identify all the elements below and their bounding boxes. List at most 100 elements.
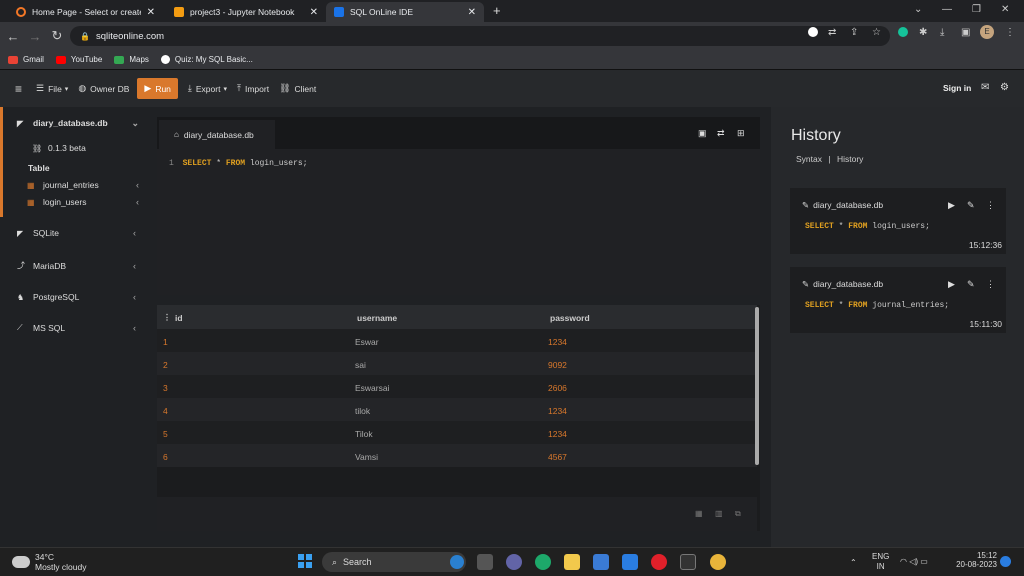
chart-view-icon[interactable]: ▥ — [715, 509, 723, 518]
wifi-volume-battery-icons[interactable]: ◠ ◁) ▭ — [900, 557, 928, 566]
editor-tab-bar: ⌂ diary_database.db ▣ ⇄ ⊞ — [157, 117, 760, 149]
sidebar-item-mariadb[interactable]: ⤴ MariaDB ‹ — [0, 260, 146, 271]
browser-tab-home[interactable]: Home Page - Select or create a n ✕ — [8, 2, 163, 22]
bookmark-star-icon[interactable]: ☆ — [872, 27, 881, 38]
table-row[interactable]: 1 Eswar 1234 — [157, 329, 757, 352]
history-item[interactable]: ✎ diary_database.db ▶ ✎ ⋮ SELECT * FROM l… — [790, 188, 1006, 254]
table-row[interactable]: 3 Eswarsai 2606 — [157, 375, 757, 398]
save-icon[interactable]: ▣ — [698, 128, 707, 139]
code-token: login_users; — [249, 159, 308, 168]
address-bar[interactable]: 🔒 sqliteonline.com — [70, 26, 890, 46]
weather-widget[interactable]: 34°C Mostly cloudy — [12, 552, 87, 572]
client-button[interactable]: ⛓ Client — [279, 83, 316, 94]
run-query-icon[interactable]: ▶ — [948, 200, 955, 211]
bookmark-youtube[interactable]: YouTube — [55, 55, 102, 64]
table-row[interactable]: 5 Tilok 1234 — [157, 421, 757, 444]
file-menu[interactable]: ☰ File ▾ — [36, 83, 68, 94]
results-scrollbar[interactable] — [755, 307, 759, 465]
close-tab-icon[interactable]: ✕ — [468, 7, 476, 18]
close-tab-icon[interactable]: ✕ — [147, 7, 155, 18]
cell-id: 6 — [163, 452, 168, 462]
teams-icon[interactable] — [506, 554, 522, 570]
file-explorer-icon[interactable] — [564, 554, 580, 570]
column-header-username[interactable]: username — [357, 313, 397, 323]
run-query-icon[interactable]: ▶ — [948, 279, 955, 290]
history-item[interactable]: ✎ diary_database.db ▶ ✎ ⋮ SELECT * FROM j… — [790, 267, 1006, 333]
close-tab-icon[interactable]: ✕ — [310, 7, 318, 18]
column-menu-icon[interactable]: ⋮ — [163, 313, 171, 322]
sidebar-db-header[interactable]: ◤ diary_database.db ⌄ — [3, 118, 149, 129]
mail-icon[interactable]: ✉ — [981, 82, 989, 93]
sidebar-item-postgresql[interactable]: ♞ PostgreSQL ‹ — [0, 292, 146, 302]
bookmark-maps[interactable]: Maps — [114, 55, 149, 64]
sign-in-link[interactable]: Sign in — [943, 83, 971, 93]
sidebar-item-login-users[interactable]: ▦ login_users ‹ — [3, 197, 149, 207]
download-icon[interactable]: ⤓ — [940, 27, 944, 38]
edit-icon[interactable]: ✎ — [967, 200, 975, 211]
minimize-icon[interactable]: — — [942, 4, 952, 15]
language-indicator[interactable]: ENG IN — [872, 552, 889, 572]
extensions-icon[interactable]: ✱ — [919, 27, 927, 38]
close-window-icon[interactable]: ✕ — [1001, 4, 1009, 15]
new-tab-icon[interactable]: + — [493, 3, 501, 18]
back-icon[interactable]: ← — [4, 29, 22, 44]
menu-kebab-icon[interactable]: ⋮ — [1005, 27, 1015, 38]
column-header-id[interactable]: id — [175, 313, 183, 323]
export-menu[interactable]: ⤓ Export ▾ — [188, 83, 227, 94]
hamburger-menu-icon[interactable]: ≡ — [15, 82, 22, 96]
forward-icon[interactable]: → — [26, 29, 44, 44]
mail-app-icon[interactable] — [622, 554, 638, 570]
opera-icon[interactable] — [651, 554, 667, 570]
task-view-icon[interactable] — [477, 554, 493, 570]
sidebar-item-mssql[interactable]: ⟋ MS SQL ‹ — [0, 323, 146, 333]
history-link[interactable]: History — [837, 154, 863, 164]
share-icon[interactable]: ⇪ — [850, 27, 858, 38]
more-options-icon[interactable]: ⋮ — [986, 200, 995, 211]
browser-tab-jupyter[interactable]: project3 - Jupyter Notebook ✕ — [166, 2, 326, 22]
chevron-up-icon[interactable]: ⌃ — [850, 558, 857, 567]
more-options-icon[interactable]: ⋮ — [986, 279, 995, 290]
chrome-icon[interactable] — [710, 554, 726, 570]
terminal-icon[interactable] — [680, 554, 696, 570]
store-icon[interactable] — [593, 554, 609, 570]
edit-icon[interactable]: ✎ — [967, 279, 975, 290]
sql-code-area[interactable]: 1 SELECT * FROM login_users; — [169, 159, 308, 168]
table-row[interactable]: 4 tilok 1234 — [157, 398, 757, 421]
bookmark-gmail[interactable]: Gmail — [8, 55, 44, 64]
taskbar-search[interactable]: ⌕ Search — [322, 552, 466, 572]
profile-avatar[interactable]: E — [980, 25, 994, 39]
browser-tab-sqlonline[interactable]: SQL OnLine IDE ✕ — [326, 2, 484, 22]
import-icon: ⤒ — [236, 83, 241, 93]
restore-icon[interactable]: ❐ — [972, 4, 981, 15]
edge-icon[interactable] — [535, 554, 551, 570]
add-tab-icon[interactable]: ⊞ — [737, 128, 745, 139]
gear-icon[interactable]: ⚙ — [1000, 82, 1009, 93]
history-time: 15:12:36 — [968, 240, 1002, 250]
tab-search-icon[interactable]: ⌄ — [914, 4, 922, 15]
sidebar-item-journal-entries[interactable]: ▦ journal_entries ‹ — [3, 180, 149, 190]
table-row[interactable]: 2 sai 9092 — [157, 352, 757, 375]
sync-icon[interactable]: ⇄ — [717, 128, 725, 139]
run-button[interactable]: ▶ Run — [137, 78, 178, 99]
copy-icon[interactable]: ⧉ — [735, 509, 741, 519]
bookmark-quiz[interactable]: Quiz: My SQL Basic... — [160, 55, 253, 64]
editor-tab[interactable]: ⌂ diary_database.db — [159, 120, 275, 149]
bing-icon[interactable] — [450, 555, 464, 569]
clock[interactable]: 15:12 20-08-2023 — [945, 551, 997, 569]
cloud-icon — [12, 556, 30, 568]
import-button[interactable]: ⤒ Import — [237, 83, 269, 94]
syntax-link[interactable]: Syntax — [796, 154, 822, 164]
notification-icon[interactable] — [1000, 556, 1011, 567]
grammarly-icon[interactable] — [898, 27, 908, 37]
table-view-icon[interactable]: ▦ — [695, 509, 703, 518]
windows-start-icon[interactable] — [298, 554, 312, 568]
table-row[interactable]: 6 Vamsi 4567 — [157, 444, 757, 467]
sidebar-item-sqlite[interactable]: ◤ SQLite ‹ — [0, 228, 146, 238]
youtube-icon — [55, 55, 66, 64]
column-header-password[interactable]: password — [550, 313, 590, 323]
google-lens-icon[interactable] — [808, 27, 818, 37]
sidepanel-icon[interactable]: ▣ — [961, 27, 970, 38]
owner-db-menu[interactable]: ◍ Owner DB — [78, 83, 129, 94]
reload-icon[interactable]: ↻ — [48, 28, 66, 44]
translate-icon[interactable]: ⇄ — [828, 27, 836, 38]
